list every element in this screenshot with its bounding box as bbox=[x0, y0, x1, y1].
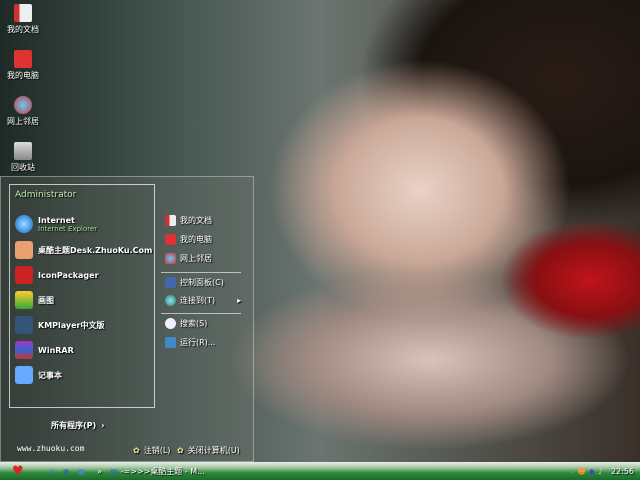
paint-icon bbox=[15, 291, 33, 309]
clock[interactable]: 22:56 bbox=[611, 467, 634, 476]
run-icon bbox=[165, 337, 176, 348]
divider bbox=[161, 272, 241, 273]
start-menu: Administrator Internet Internet Explorer … bbox=[0, 176, 254, 462]
search-icon bbox=[165, 318, 176, 329]
logoff-button[interactable]: ✿ 注销(L) bbox=[133, 445, 170, 456]
menu-item-network[interactable]: 网上邻居 bbox=[165, 253, 212, 264]
flower-icon: ✿ bbox=[133, 446, 140, 455]
ie-icon bbox=[15, 215, 33, 233]
iconpackager-icon bbox=[15, 266, 33, 284]
start-button-heart-icon[interactable]: ♥ bbox=[12, 464, 24, 479]
desktop-icon-network[interactable]: 网上邻居 bbox=[2, 96, 44, 127]
menu-item-kmplayer[interactable]: KMPlayer中文版 bbox=[15, 316, 105, 334]
user-name: Administrator bbox=[15, 190, 77, 200]
menu-item-control-panel[interactable]: 控制面板(C) bbox=[165, 277, 224, 288]
menu-item-zhuoku[interactable]: 桌酷主题Desk.ZhuoKu.Com bbox=[15, 241, 152, 259]
menu-item-paint[interactable]: 画图 bbox=[15, 291, 54, 309]
quicklaunch-chevron[interactable]: » bbox=[97, 467, 102, 476]
menu-item-connect-to[interactable]: 连接到(T) ▸ bbox=[165, 295, 241, 306]
globe-icon bbox=[165, 295, 176, 306]
flower-icon: ✿ bbox=[177, 446, 184, 455]
volume-icon[interactable]: ♪ bbox=[598, 467, 603, 476]
arrow-right-icon: › bbox=[101, 421, 105, 430]
computer-icon bbox=[165, 234, 176, 245]
qq-icon[interactable]: ☻ bbox=[577, 467, 585, 476]
kmplayer-icon bbox=[15, 316, 33, 334]
window-icon: ▤ bbox=[110, 466, 118, 476]
tray-chevron-icon[interactable]: « bbox=[568, 467, 573, 476]
menu-item-notepad[interactable]: 记事本 bbox=[15, 366, 62, 384]
notepad-icon bbox=[15, 366, 33, 384]
menu-item-run[interactable]: 运行(R)... bbox=[165, 337, 215, 348]
footer-url: www.zhuoku.com bbox=[17, 444, 85, 453]
menu-item-internet[interactable]: Internet Internet Explorer bbox=[15, 215, 97, 233]
all-programs-button[interactable]: 所有程序(P) › bbox=[51, 420, 104, 431]
recycle-bin-icon bbox=[14, 142, 32, 160]
taskbar: ♥ e ◉ ▣ » ▤ -=>>>桌酷主题 - M... « ☻ ◆ ♪ 22:… bbox=[0, 462, 640, 480]
taskbar-task-button[interactable]: -=>>>桌酷主题 - M... bbox=[121, 466, 205, 477]
documents-icon bbox=[165, 215, 176, 226]
divider bbox=[161, 313, 241, 314]
ie-quicklaunch-icon[interactable]: e bbox=[50, 467, 55, 476]
control-panel-icon bbox=[165, 277, 176, 288]
desktop-icon-recycle-bin[interactable]: 回收站 bbox=[2, 142, 44, 173]
winrar-icon bbox=[15, 341, 33, 359]
network-icon bbox=[165, 253, 176, 264]
menu-item-my-computer[interactable]: 我的电脑 bbox=[165, 234, 212, 245]
menu-item-iconpackager[interactable]: IconPackager bbox=[15, 266, 99, 284]
computer-icon bbox=[14, 50, 32, 68]
arrow-right-icon: ▸ bbox=[237, 296, 242, 305]
desktop-icon[interactable]: ▣ bbox=[78, 467, 86, 476]
desktop-icon-my-computer[interactable]: 我的电脑 bbox=[2, 50, 44, 81]
network-tray-icon[interactable]: ◆ bbox=[589, 467, 595, 476]
desktop-icon-my-documents[interactable]: 我的文档 bbox=[2, 4, 44, 35]
menu-item-winrar[interactable]: WinRAR bbox=[15, 341, 74, 359]
network-icon bbox=[14, 96, 32, 114]
shutdown-button[interactable]: ✿ 关闭计算机(U) bbox=[177, 445, 240, 456]
menu-item-my-documents[interactable]: 我的文档 bbox=[165, 215, 212, 226]
documents-icon bbox=[14, 4, 32, 22]
zhuoku-icon bbox=[15, 241, 33, 259]
menu-item-search[interactable]: 搜索(S) bbox=[165, 318, 207, 329]
media-player-icon[interactable]: ◉ bbox=[63, 467, 70, 476]
